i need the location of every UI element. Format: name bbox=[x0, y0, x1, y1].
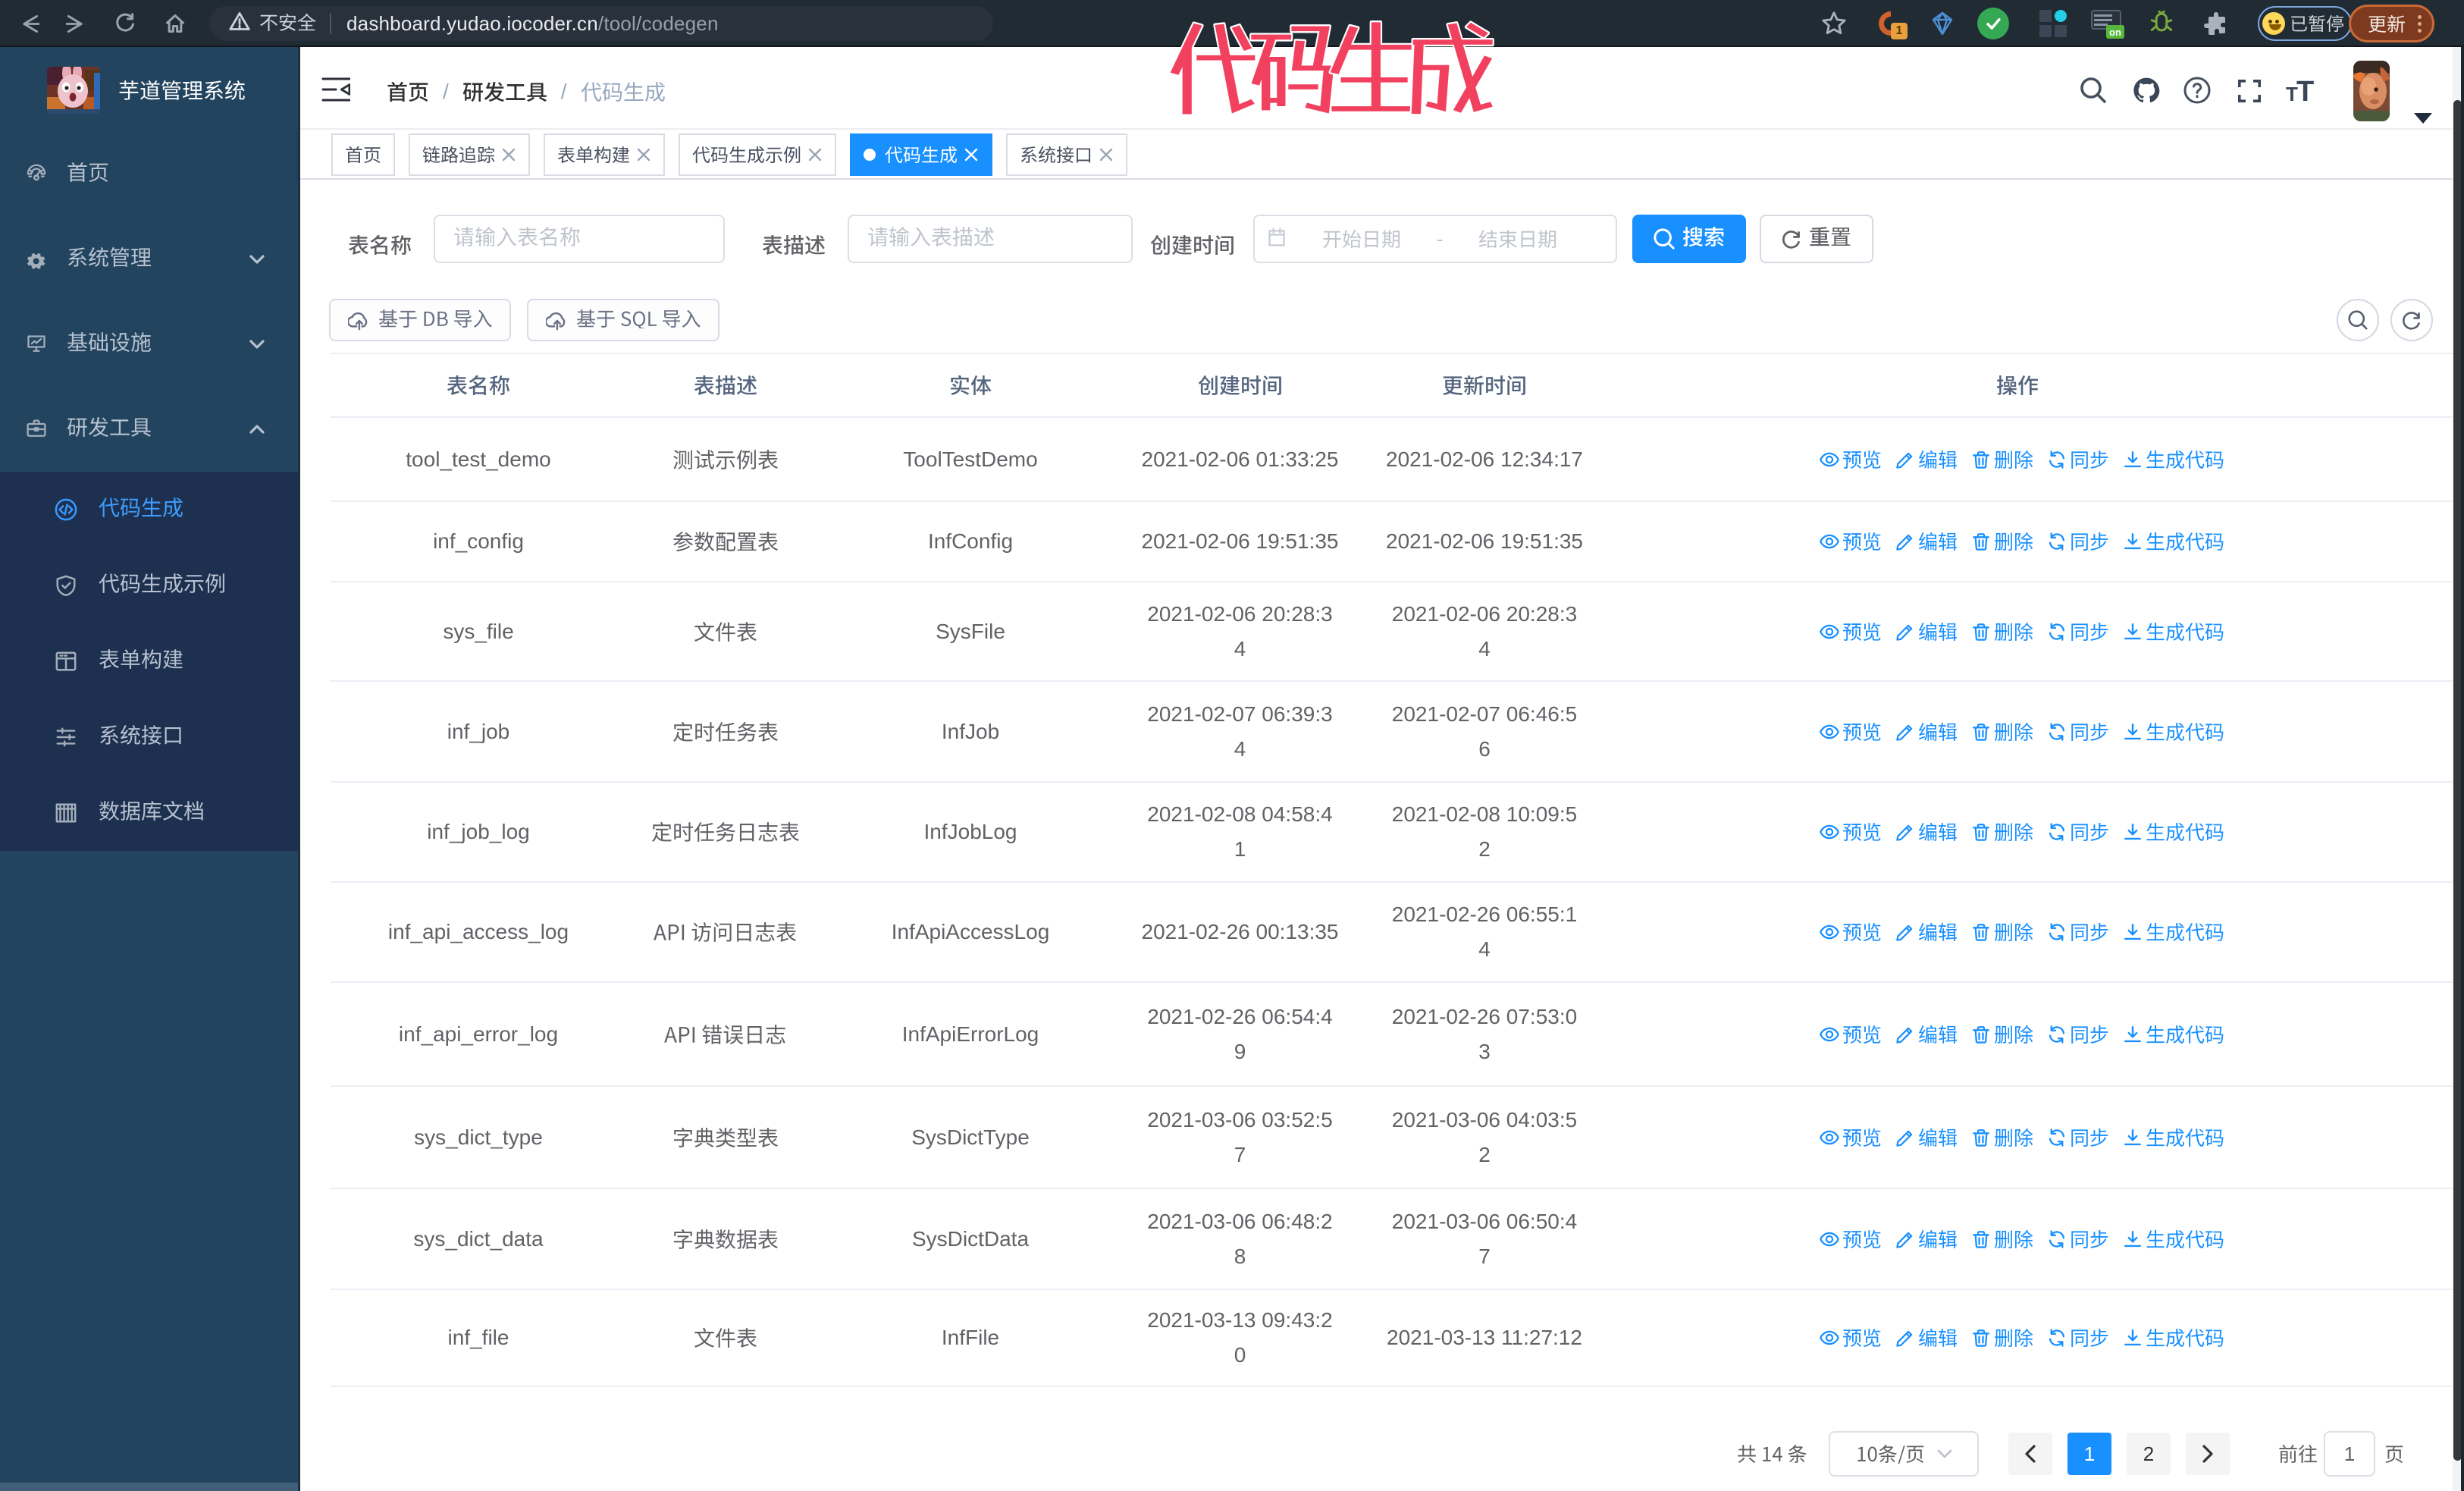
svg-text:T: T bbox=[2296, 77, 2314, 105]
